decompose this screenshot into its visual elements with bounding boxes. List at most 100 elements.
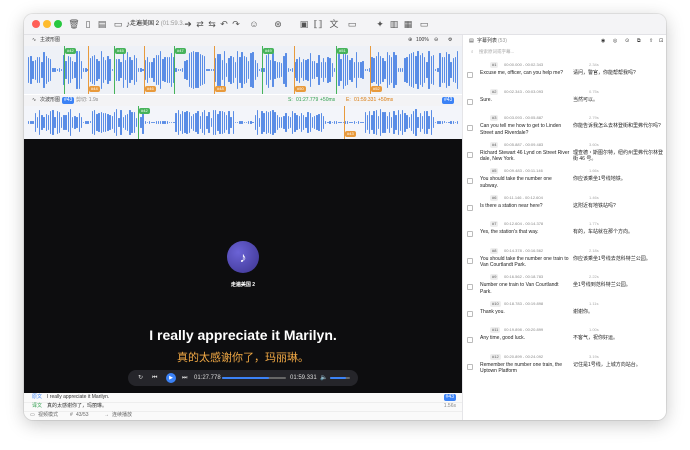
wave-bar — [175, 113, 177, 132]
translate-icon[interactable]: 文 — [328, 18, 340, 30]
wave-bar — [100, 112, 102, 133]
comment-icon[interactable]: ▣ — [298, 18, 310, 30]
select-checkbox[interactable] — [467, 178, 473, 184]
tag-icon[interactable]: ⊙ — [625, 35, 629, 47]
subtitle-list-item[interactable]: #5 00:09.483 - 00:11.146 1.66s You should t… — [463, 167, 666, 193]
zoom-in-icon[interactable]: ⊕ — [408, 35, 412, 46]
wave-bar — [94, 54, 96, 86]
video-icon[interactable]: ▭ — [346, 18, 358, 30]
swap-icon[interactable]: ⇄ — [194, 18, 206, 30]
segment-tag[interactable]: #45 — [115, 48, 126, 54]
select-checkbox[interactable] — [467, 204, 473, 211]
wave-bar — [109, 58, 111, 82]
wave-bar — [58, 68, 61, 72]
file-icon[interactable]: ▤ — [96, 18, 108, 30]
trash-icon[interactable]: 🗑 — [68, 18, 80, 30]
wave-bar — [239, 57, 241, 83]
select-checkbox[interactable] — [467, 98, 473, 105]
select-checkbox[interactable] — [467, 125, 473, 131]
lock-icon[interactable]: ⊡ — [659, 35, 663, 47]
refresh-icon[interactable]: ◎ — [613, 35, 617, 47]
subtitle-list-item[interactable]: #6 00:11.146 - 00:12.604 1.46s Is there a s… — [463, 194, 666, 220]
select-checkbox[interactable] — [467, 151, 473, 158]
select-checkbox[interactable] — [467, 257, 473, 264]
segment-tag[interactable]: #44 — [89, 86, 100, 92]
replay-icon[interactable]: ↻ — [138, 370, 143, 386]
segment-tag[interactable]: #48 — [215, 86, 226, 92]
panel-icon[interactable]: ▭ — [418, 18, 430, 30]
filter-icon[interactable]: ◉ — [601, 35, 605, 47]
select-checkbox[interactable] — [467, 337, 473, 343]
main-waveform[interactable]: #42 #44 #45 #46 #47 #48 #49 #50 #51 #52 — [24, 46, 462, 94]
segment-tag[interactable]: #49 — [263, 48, 274, 54]
subtitle-search-input[interactable]: ⌕ 搜索原词或字幕... — [471, 47, 659, 57]
subtitle-list-item[interactable]: #10 00:18.783 - 00:19.898 1.11s Thank you. 谢… — [463, 300, 666, 326]
wave-bar — [47, 115, 50, 130]
loop-icon[interactable]: ⊛ — [272, 18, 284, 30]
segment-tag[interactable]: #50 — [295, 86, 306, 92]
wave-bar — [241, 121, 243, 124]
wave-bar — [245, 121, 248, 124]
loop-mode[interactable]: 连续播放 — [112, 411, 132, 420]
copy-icon[interactable]: ⧉ — [637, 35, 641, 47]
video-mode-icon: ▭ — [30, 412, 35, 418]
select-checkbox[interactable] — [467, 363, 473, 370]
item-translation-text: 谢谢你。 — [573, 308, 594, 315]
split-icon[interactable]: ▦ — [402, 18, 414, 30]
video-player[interactable]: ♪ 走遍美国 2 I really appreciate it Marilyn.… — [24, 139, 462, 393]
maximize-window-button[interactable] — [54, 20, 62, 28]
mode-label[interactable]: 视频模式 — [38, 411, 58, 420]
subtitle-list-item[interactable]: #4 00:05.887 - 00:09.483 3.60s Richard Stew… — [463, 141, 666, 167]
redo-icon[interactable]: ↷ — [230, 18, 242, 30]
original-text[interactable]: I really appreciate it Marilyn. — [47, 393, 109, 402]
volume-slider[interactable] — [330, 377, 350, 379]
previous-icon[interactable]: ⏮ — [152, 370, 157, 386]
wave-bar — [316, 62, 318, 78]
segment-tag[interactable]: #52 — [371, 86, 382, 92]
segment-tag[interactable]: #43 — [345, 131, 356, 137]
subtitle-list-item[interactable]: #3 00:03.093 - 00:05.887 2.79s Can you tell… — [463, 114, 666, 140]
wave-bar — [443, 57, 446, 83]
play-button[interactable]: ▶ — [166, 373, 176, 383]
segment-tag[interactable]: #51 — [337, 48, 348, 54]
magic-icon[interactable]: ✦ — [374, 18, 386, 30]
minimize-window-button[interactable] — [43, 20, 51, 28]
undo-icon[interactable]: ↶ — [218, 18, 230, 30]
phone-icon[interactable]: ▯ — [82, 18, 94, 30]
export-icon[interactable]: ⇪ — [649, 35, 653, 47]
subtitle-list-item[interactable]: #2 00:02.343 - 00:03.093 0.75s Sure. 当然可以。 — [463, 88, 666, 114]
segment-tag[interactable]: #47 — [175, 48, 186, 54]
subtitle-list-item[interactable]: #8 00:14.378 - 00:16.562 2.18s You should t… — [463, 247, 666, 273]
progress-bar[interactable] — [222, 377, 286, 379]
subtitle-list-item[interactable]: #11 00:19.898 - 00:20.899 1.00s Any time, g… — [463, 326, 666, 352]
start-offset: +50ms — [320, 97, 336, 103]
emoji-icon[interactable]: ☺ — [248, 18, 260, 30]
subtitle-list-item[interactable]: #9 00:16.562 - 00:18.783 2.22s Number one t… — [463, 273, 666, 299]
volume-icon[interactable]: 🔈 — [320, 370, 327, 386]
subtitle-list-item[interactable]: #12 00:20.899 - 00:24.092 3.19s Remember th… — [463, 353, 666, 379]
wave-bar — [91, 56, 94, 84]
forward-icon[interactable]: ➜ — [182, 18, 194, 30]
subtitle-list-item[interactable]: #1 00:00.000 - 00:02.343 2.34s Excuse me, o… — [463, 61, 666, 87]
segment-tag[interactable]: #42 — [139, 108, 150, 114]
select-checkbox[interactable] — [467, 72, 473, 78]
wave-bar — [454, 121, 457, 124]
segment-tag[interactable]: #46 — [145, 86, 156, 92]
shuffle-icon[interactable]: ⇆ — [206, 18, 218, 30]
select-checkbox[interactable] — [467, 231, 473, 237]
select-checkbox[interactable] — [467, 310, 473, 317]
select-checkbox[interactable] — [467, 284, 473, 290]
next-icon[interactable]: ⏭ — [182, 370, 187, 386]
brackets-icon[interactable]: ⟦⟧ — [312, 18, 324, 30]
wave-bar — [195, 51, 197, 89]
settings-icon[interactable]: ⚙ — [448, 35, 452, 46]
item-time-range: 00:02.343 - 00:03.093 — [504, 88, 544, 94]
zoom-out-icon[interactable]: ⊖ — [434, 35, 438, 46]
item-original-text: Number one train to Van Courtlandt Park. — [480, 282, 559, 295]
close-window-button[interactable] — [32, 20, 40, 28]
sidebar-icon[interactable]: ▥ — [388, 18, 400, 30]
second-waveform[interactable]: #42 #43 — [24, 106, 462, 139]
subtitle-list-item[interactable]: #7 00:12.604 - 00:14.378 1.77s Yes, the sta… — [463, 220, 666, 246]
translation-text[interactable]: 真的太感谢你了，玛丽琳。 — [47, 402, 107, 411]
segment-tag[interactable]: #42 — [65, 48, 76, 54]
